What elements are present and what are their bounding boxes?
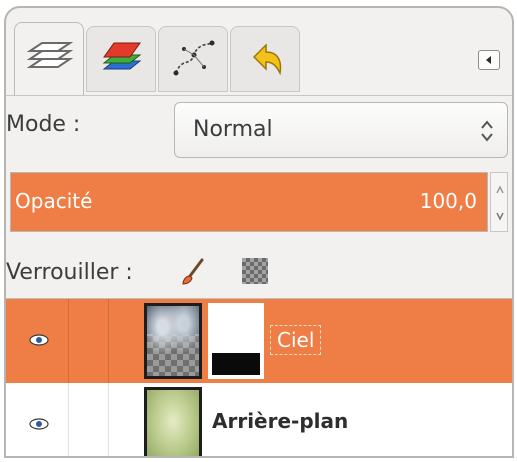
dock-tab-bar (6, 8, 512, 98)
tab-menu-button[interactable] (478, 50, 500, 70)
tab-channels[interactable] (86, 26, 156, 92)
layer-name[interactable]: Arrière-plan (212, 409, 348, 433)
eye-icon[interactable] (28, 417, 50, 431)
opacity-spin-buttons[interactable] (490, 172, 508, 232)
column-separator (108, 383, 109, 456)
eye-icon[interactable] (28, 333, 50, 347)
layers-icon (26, 42, 74, 68)
paths-icon (173, 40, 215, 76)
spin-arrows-icon (496, 185, 504, 221)
layer-row-arriere-plan[interactable]: Arrière-plan (6, 383, 512, 456)
layer-list: Ciel Arrière-plan (6, 298, 512, 456)
mode-select[interactable]: Normal (174, 102, 508, 158)
layer-mask-thumbnail[interactable] (208, 303, 264, 379)
tab-layers[interactable] (14, 22, 84, 96)
channels-icon (102, 42, 142, 70)
opacity-slider[interactable]: Opacité 100,0 (10, 172, 488, 232)
layer-thumbnail[interactable] (144, 387, 202, 456)
triangle-left-icon (486, 56, 491, 64)
mode-label: Mode : (6, 112, 81, 137)
layer-row-ciel[interactable]: Ciel (6, 299, 512, 383)
tab-underline (6, 95, 512, 96)
layer-thumbnail[interactable] (144, 303, 202, 379)
updown-arrows-icon (481, 120, 493, 142)
paintbrush-icon (182, 258, 204, 285)
lock-alpha-toggle[interactable] (242, 258, 268, 284)
tab-paths[interactable] (158, 26, 228, 92)
lock-label: Verrouiller : (6, 260, 133, 285)
tab-undo-history[interactable] (230, 26, 300, 92)
opacity-label: Opacité (15, 189, 93, 213)
undo-history-icon (252, 43, 282, 76)
opacity-value: 100,0 (419, 189, 477, 213)
column-separator (108, 299, 109, 383)
mode-value: Normal (193, 117, 273, 142)
column-separator (68, 383, 69, 456)
layers-dock-panel: Mode : Normal Opacité 100,0 Verrouiller … (4, 6, 514, 458)
lock-pixels-toggle[interactable] (178, 258, 206, 292)
layer-name[interactable]: Ciel (270, 325, 322, 355)
column-separator (68, 299, 69, 383)
